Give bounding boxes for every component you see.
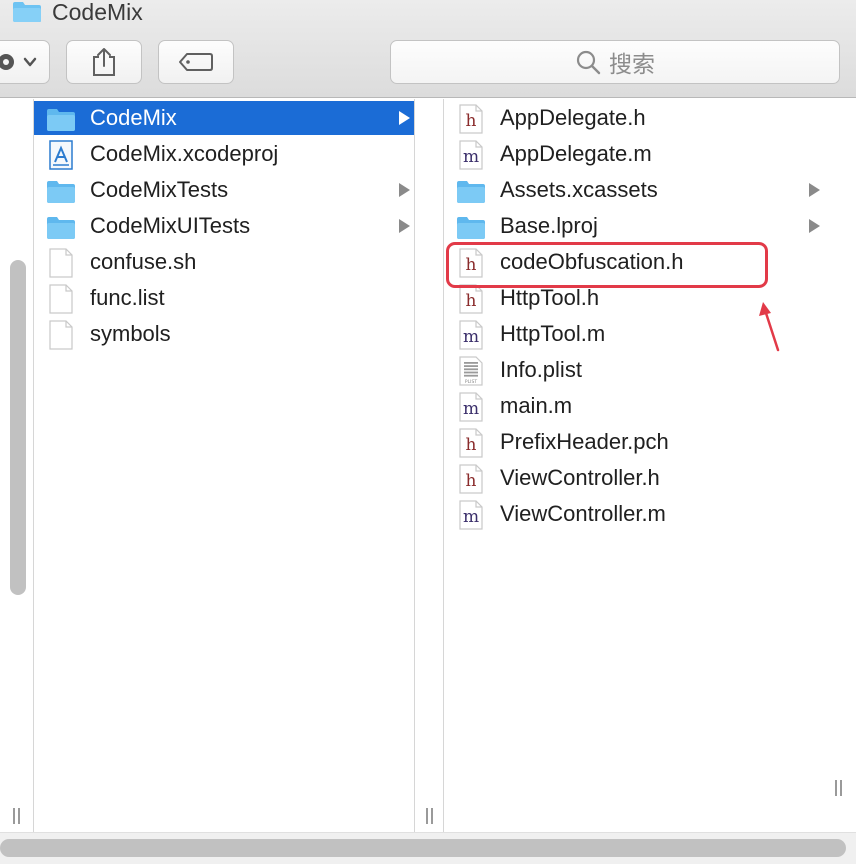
folder-icon (457, 217, 485, 239)
h-file-icon: h (459, 104, 483, 134)
left-column-row-label: CodeMixTests (90, 177, 229, 202)
document-icon (49, 320, 73, 350)
document-icon (49, 248, 73, 278)
document-icon (49, 284, 73, 314)
disclosure-arrow-icon (399, 183, 410, 197)
folder-icon (457, 181, 485, 203)
search-icon (576, 50, 601, 75)
action-button[interactable] (0, 40, 50, 84)
right-column-row-label: Info.plist (500, 357, 582, 382)
right-column-row[interactable]: Assets.xcassets (444, 173, 824, 207)
column-resize-handle[interactable] (10, 808, 22, 824)
folder-icon (13, 2, 41, 22)
window-title-text: CodeMix (52, 0, 143, 25)
left-column-row-label: confuse.sh (90, 249, 197, 274)
parent-column-scrollbar[interactable] (10, 260, 26, 595)
annotation-arrow-icon (759, 302, 780, 352)
tag-icon (179, 53, 213, 71)
share-icon (93, 48, 115, 76)
left-column-row[interactable]: CodeMix.xcodeproj (34, 137, 414, 171)
right-column-row[interactable]: h AppDelegate.h (444, 101, 824, 135)
svg-text:h: h (466, 435, 477, 455)
left-column-row-label: CodeMix (90, 105, 177, 130)
svg-text:m: m (463, 147, 479, 167)
left-column-row-label: func.list (90, 285, 165, 310)
share-button[interactable] (66, 40, 142, 84)
h-file-icon: h (459, 464, 483, 494)
left-column-row[interactable]: symbols (34, 317, 414, 351)
left-column-row-label: symbols (90, 321, 171, 346)
column-divider (414, 99, 415, 832)
disclosure-arrow-icon (809, 183, 820, 197)
window-title: CodeMix (12, 0, 143, 27)
column-resize-handle[interactable] (832, 780, 844, 796)
right-column-row-label: HttpTool.h (500, 285, 600, 310)
svg-text:h: h (466, 471, 477, 491)
h-file-icon: h (459, 428, 483, 458)
left-column-row-label: CodeMixUITests (90, 213, 251, 238)
left-column: CodeMix CodeMix.xcodeproj CodeMixTests Code… (34, 99, 414, 832)
gear-icon (0, 54, 37, 70)
disclosure-arrow-icon (809, 219, 820, 233)
horizontal-scrollbar-thumb[interactable] (0, 839, 846, 857)
m-file-icon: m (459, 140, 483, 170)
right-column-row[interactable]: m ViewController.m (444, 497, 824, 531)
right-column-row-label: Assets.xcassets (500, 177, 658, 202)
left-column-row[interactable]: CodeMixUITests (34, 209, 414, 243)
xcodeproj-icon (49, 140, 73, 170)
folder-icon (47, 217, 75, 239)
right-column-row[interactable]: h PrefixHeader.pch (444, 425, 824, 459)
svg-text:m: m (463, 399, 479, 419)
empty-column (827, 99, 856, 832)
annotation-highlight-box (446, 242, 768, 288)
svg-text:m: m (463, 507, 479, 527)
left-column-row-label: CodeMix.xcodeproj (90, 141, 279, 166)
right-column-row[interactable]: m AppDelegate.m (444, 137, 824, 171)
right-column-row-label: HttpTool.m (500, 321, 606, 346)
right-column-row-label: ViewController.h (500, 465, 660, 490)
right-column-row-label: ViewController.m (500, 501, 666, 526)
right-column-row[interactable]: PLIST Info.plist (444, 353, 824, 387)
column-divider (443, 99, 444, 832)
m-file-icon: m (459, 392, 483, 422)
tag-button[interactable] (158, 40, 234, 84)
right-column-row[interactable]: m main.m (444, 389, 824, 423)
search-field[interactable]: 搜索 (390, 40, 840, 84)
m-file-icon: m (459, 320, 483, 350)
svg-text:h: h (466, 111, 477, 131)
folder-icon (47, 181, 75, 203)
horizontal-scrollbar[interactable] (0, 832, 856, 864)
right-column: h AppDelegate.h m AppDelegate.m Assets.xcass… (444, 99, 827, 832)
m-file-icon: m (459, 500, 483, 530)
left-column-row[interactable]: CodeMix (34, 101, 414, 135)
plist-file-icon: PLIST (459, 356, 483, 386)
left-column-row[interactable]: func.list (34, 281, 414, 315)
right-column-row-label: AppDelegate.m (500, 141, 652, 166)
svg-text:h: h (466, 291, 477, 311)
left-column-row[interactable]: confuse.sh (34, 245, 414, 279)
h-file-icon: h (459, 284, 483, 314)
disclosure-arrow-icon (399, 219, 410, 233)
right-column-row-label: PrefixHeader.pch (500, 429, 669, 454)
right-column-row-label: main.m (500, 393, 573, 418)
search-placeholder: 搜索 (609, 51, 655, 77)
folder-icon (47, 109, 75, 131)
svg-text:m: m (463, 327, 479, 347)
column-resize-handle[interactable] (423, 808, 435, 824)
right-column-row[interactable]: Base.lproj (444, 209, 824, 243)
right-column-row-label: AppDelegate.h (500, 105, 646, 130)
disclosure-arrow-icon (399, 111, 410, 125)
right-column-row-label: Base.lproj (500, 213, 598, 238)
svg-text:PLIST: PLIST (465, 379, 477, 385)
right-column-row[interactable]: h ViewController.h (444, 461, 824, 495)
left-column-row[interactable]: CodeMixTests (34, 173, 414, 207)
finder-toolbar: CodeMix 搜索 (0, 0, 856, 98)
